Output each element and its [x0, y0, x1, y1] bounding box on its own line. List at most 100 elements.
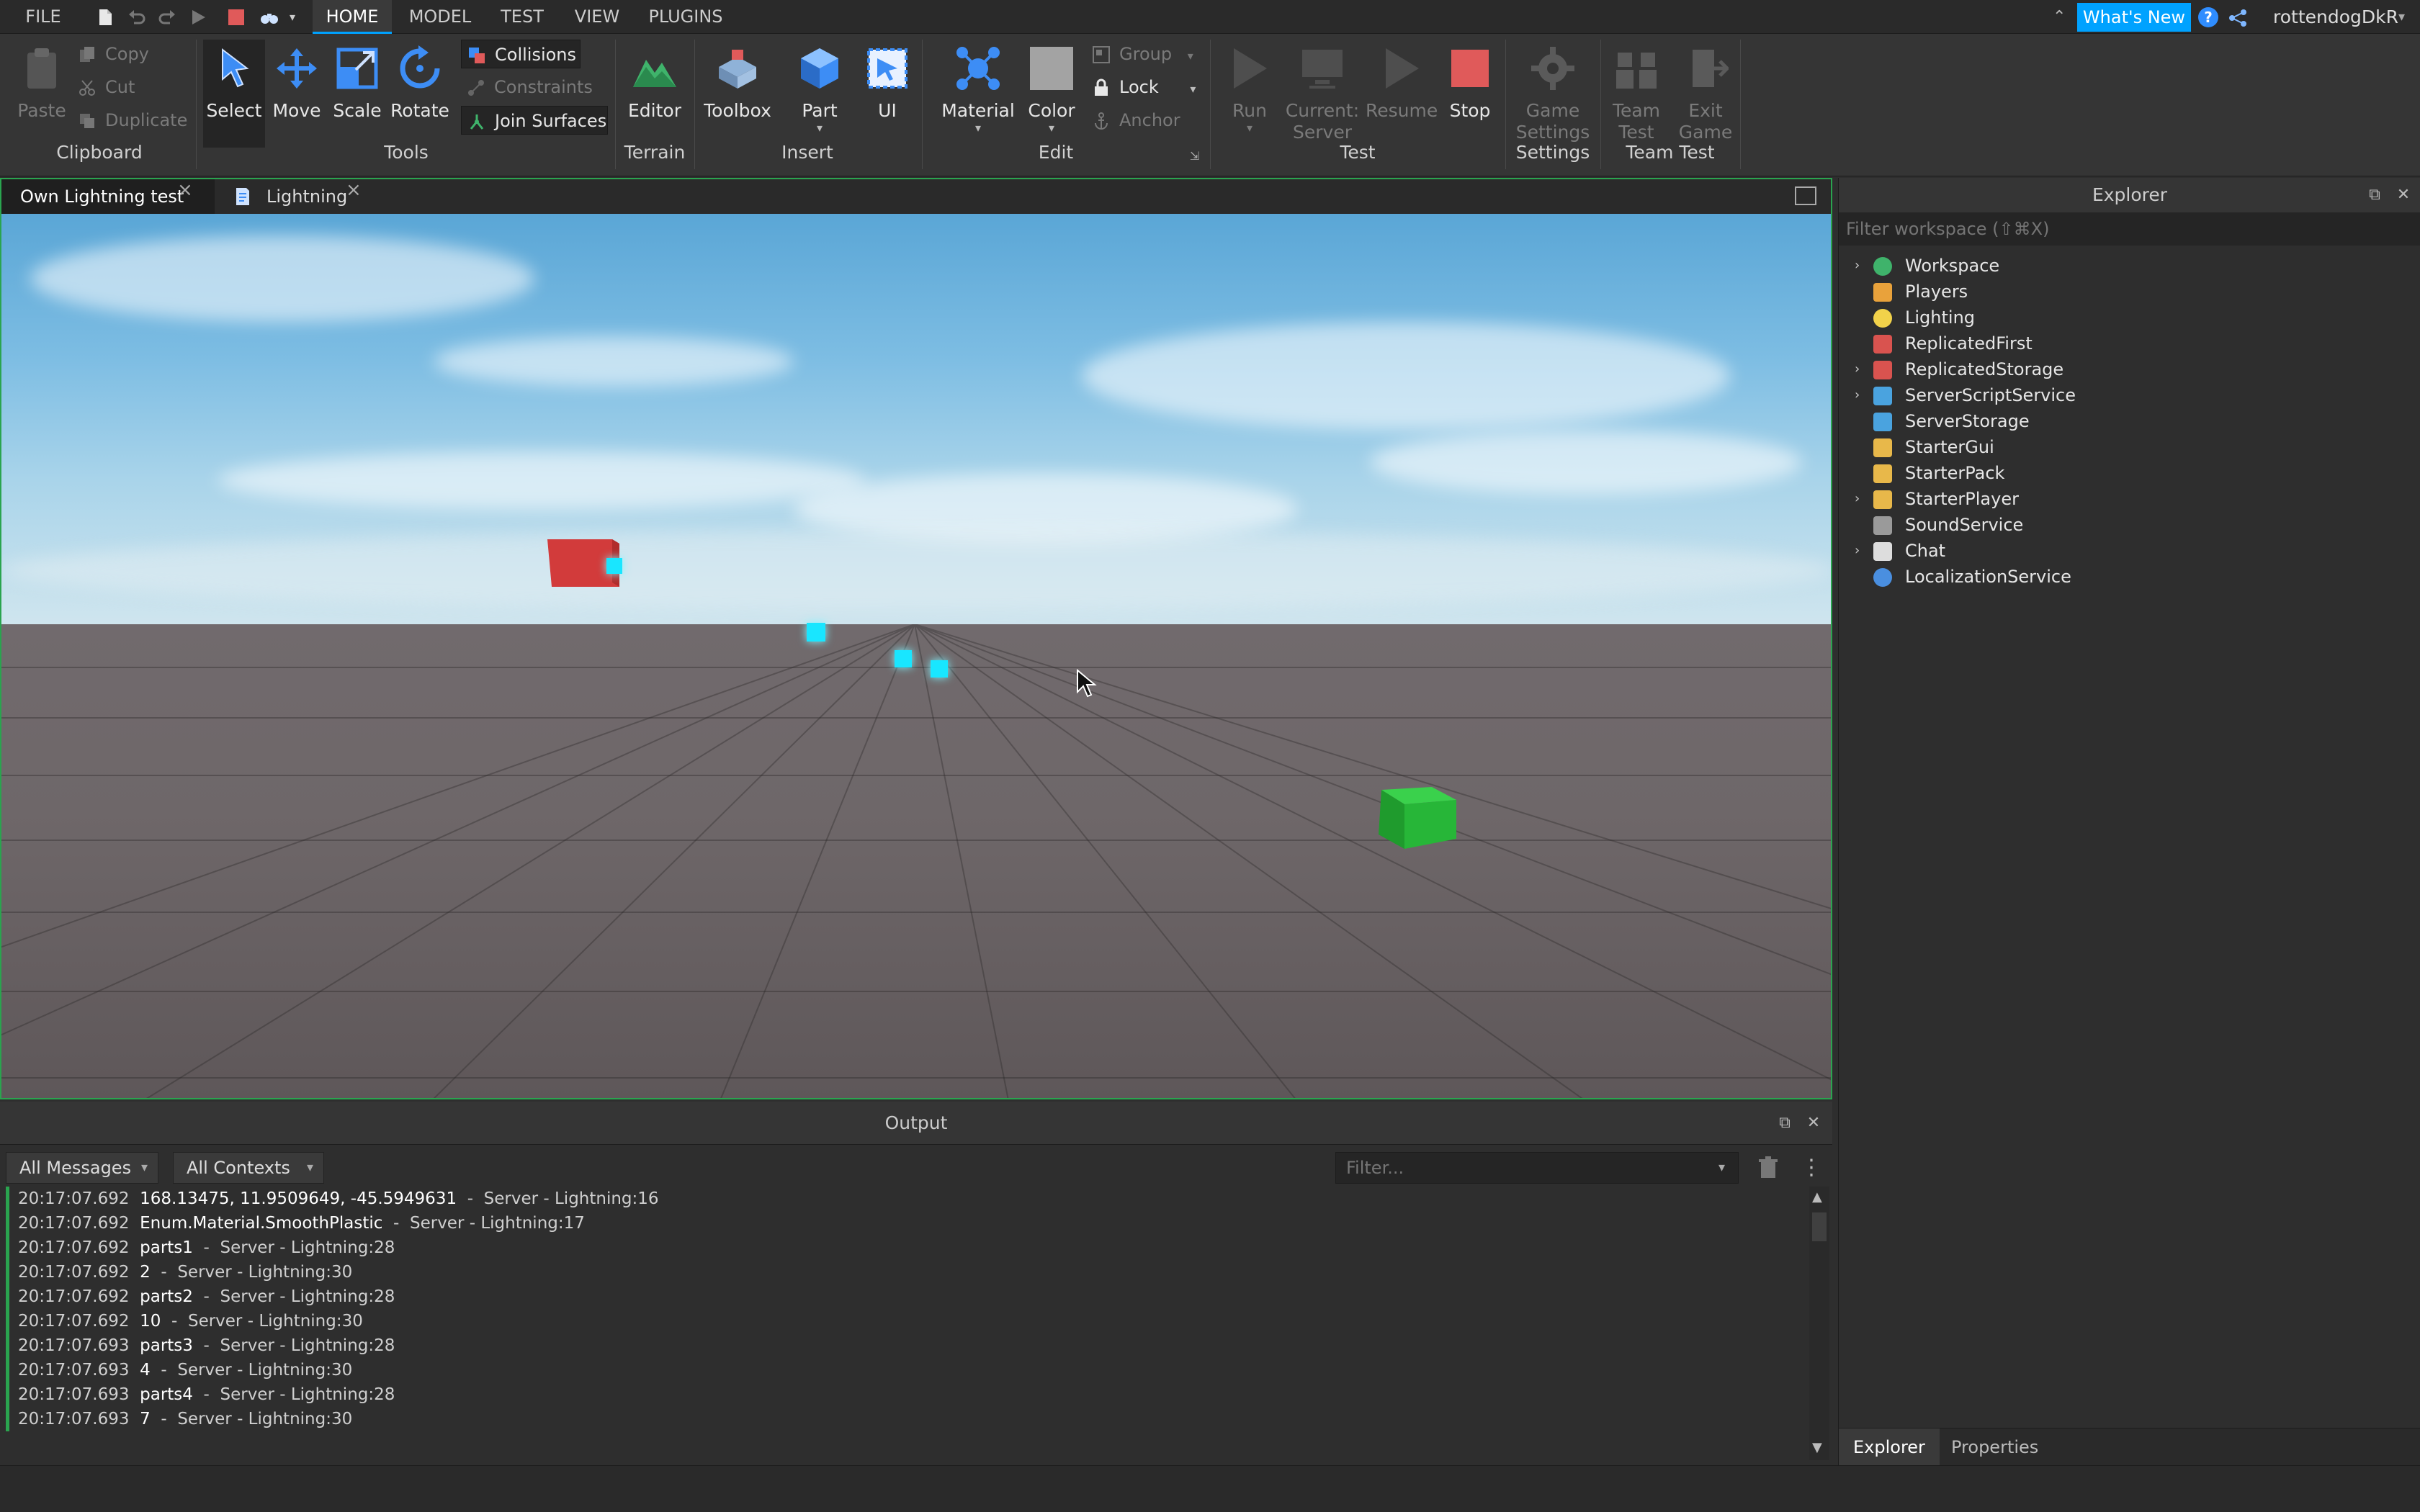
lock-button[interactable]: Lock ▾ — [1086, 73, 1201, 102]
paste-button[interactable]: Paste — [13, 40, 71, 148]
filter-chevron-icon[interactable]: ▾ — [1718, 1152, 1725, 1184]
current-server-button[interactable]: Current: Server — [1285, 40, 1360, 148]
terrain-editor-button[interactable]: Editor — [622, 40, 687, 148]
move-tool-button[interactable]: Move — [268, 40, 326, 148]
color-dropdown-chevron-icon[interactable]: ▾ — [1023, 122, 1080, 135]
neon-part[interactable] — [606, 558, 622, 574]
team-test-button[interactable]: Team Test — [1608, 40, 1665, 148]
explorer-item-label: Players — [1905, 282, 1968, 302]
expand-arrow-icon[interactable]: › — [1855, 486, 1860, 512]
copy-button[interactable]: Copy — [72, 40, 187, 68]
tab-test[interactable]: TEST — [490, 0, 555, 34]
tab-view[interactable]: VIEW — [563, 0, 631, 34]
explorer-item-replicatedstorage[interactable]: › ReplicatedStorage — [1839, 356, 2420, 382]
share-icon[interactable] — [2227, 7, 2249, 29]
scroll-up-icon[interactable]: ▲ — [1812, 1189, 1822, 1205]
collapse-ribbon-icon[interactable]: ⌃ — [2053, 0, 2066, 34]
exit-game-button[interactable]: Exit Game — [1675, 40, 1736, 148]
output-filter-input[interactable] — [1335, 1152, 1739, 1184]
neon-part[interactable] — [931, 660, 948, 678]
message-filter-dropdown[interactable]: All Messages ▾ — [6, 1152, 158, 1184]
run-chevron-icon[interactable]: ▾ — [1217, 122, 1282, 135]
join-surfaces-toggle[interactable]: Join Surfaces — [461, 106, 608, 135]
output-log[interactable]: 20:17:07.692 168.13475, 11.9509649, -45.… — [6, 1187, 1806, 1431]
neon-part[interactable] — [895, 650, 912, 667]
material-button[interactable]: Material ▾ — [936, 40, 1020, 148]
log-source: Server - Lightning:28 — [220, 1336, 395, 1355]
explorer-item-workspace[interactable]: › Workspace — [1839, 253, 2420, 279]
ui-button[interactable]: UI — [859, 40, 916, 148]
user-menu-chevron-icon[interactable]: ▾ — [2398, 0, 2405, 34]
scroll-down-icon[interactable]: ▼ — [1812, 1440, 1822, 1455]
tab-plugins[interactable]: PLUGINS — [642, 0, 729, 34]
material-dropdown-chevron-icon[interactable]: ▾ — [936, 122, 1020, 135]
explorer-item-serverscriptservice[interactable]: › ServerScriptService — [1839, 382, 2420, 408]
group-button[interactable]: Group ▾ — [1086, 40, 1194, 68]
game-settings-button[interactable]: Game Settings — [1511, 40, 1595, 148]
more-options-icon[interactable]: ⋮ — [1801, 1155, 1822, 1181]
explorer-item-chat[interactable]: › Chat — [1839, 538, 2420, 564]
undo-icon[interactable] — [127, 7, 147, 27]
trash-icon[interactable] — [1757, 1156, 1779, 1179]
3d-viewport[interactable] — [0, 214, 1832, 1099]
collisions-toggle[interactable]: Collisions — [461, 40, 581, 68]
stop-button[interactable]: Stop — [1440, 40, 1500, 148]
float-panel-icon[interactable]: ⧉ — [1776, 1115, 1793, 1132]
close-tab-icon[interactable]: × — [177, 179, 193, 201]
edit-expand-icon[interactable]: ⇲ — [1190, 149, 1199, 163]
color-button[interactable]: Color ▾ — [1023, 40, 1080, 148]
new-file-icon[interactable] — [95, 7, 115, 27]
resume-button[interactable]: Resume — [1366, 40, 1438, 148]
tab-home[interactable]: HOME — [313, 0, 392, 34]
expand-arrow-icon[interactable]: › — [1855, 253, 1860, 279]
explorer-item-replicatedfirst[interactable]: ReplicatedFirst — [1839, 330, 2420, 356]
explorer-item-lighting[interactable]: Lighting — [1839, 305, 2420, 330]
close-panel-icon[interactable]: ✕ — [1805, 1115, 1822, 1132]
explorer-item-starterplayer[interactable]: › StarterPlayer — [1839, 486, 2420, 512]
expand-arrow-icon[interactable]: › — [1855, 382, 1860, 408]
float-panel-icon[interactable]: ⧉ — [2366, 186, 2383, 204]
explorer-filter-input[interactable] — [1839, 212, 2420, 246]
group-chevron-icon[interactable]: ▾ — [1188, 49, 1193, 63]
explorer-item-startergui[interactable]: StarterGui — [1839, 434, 2420, 460]
green-part[interactable] — [1374, 787, 1461, 852]
rotate-tool-button[interactable]: Rotate — [389, 40, 451, 148]
part-dropdown-chevron-icon[interactable]: ▾ — [786, 122, 853, 135]
run-button[interactable]: Run ▾ — [1217, 40, 1282, 148]
username[interactable]: rottendogDkR — [2273, 0, 2398, 34]
explorer-item-serverstorage[interactable]: ServerStorage — [1839, 408, 2420, 434]
whats-new-button[interactable]: What's New — [2077, 3, 2191, 32]
constraints-toggle[interactable]: Constraints — [461, 73, 598, 102]
tab-model[interactable]: MODEL — [400, 0, 480, 34]
explorer-item-players[interactable]: Players — [1839, 279, 2420, 305]
close-panel-icon[interactable]: ✕ — [2395, 186, 2412, 204]
expand-arrow-icon[interactable]: › — [1855, 356, 1860, 382]
context-filter-dropdown[interactable]: All Contexts ▾ — [173, 1152, 324, 1184]
explorer-item-soundservice[interactable]: SoundService — [1839, 512, 2420, 538]
lock-chevron-icon[interactable]: ▾ — [1190, 82, 1196, 96]
tab-explorer[interactable]: Explorer — [1839, 1428, 1940, 1466]
output-scrollbar[interactable]: ▲ ▼ — [1809, 1187, 1829, 1460]
scale-tool-button[interactable]: Scale — [328, 40, 386, 148]
scrollbar-thumb[interactable] — [1812, 1212, 1827, 1241]
stop-square-icon[interactable] — [226, 7, 246, 27]
maximize-viewport-icon[interactable] — [1795, 186, 1816, 205]
quick-access-chevron-icon[interactable]: ▾ — [287, 0, 298, 34]
anchor-button[interactable]: Anchor — [1086, 106, 1194, 135]
close-tab-icon[interactable]: × — [346, 179, 362, 201]
tab-properties[interactable]: Properties — [1937, 1428, 2053, 1466]
duplicate-button[interactable]: Duplicate — [72, 106, 194, 135]
part-button[interactable]: Part ▾ — [786, 40, 853, 148]
select-tool-button[interactable]: Select — [203, 40, 265, 148]
binoculars-icon[interactable] — [259, 7, 279, 27]
toolbox-button[interactable]: Toolbox — [702, 40, 774, 148]
explorer-item-localizationservice[interactable]: LocalizationService — [1839, 564, 2420, 590]
help-icon[interactable]: ? — [2198, 7, 2218, 27]
file-menu[interactable]: FILE — [14, 0, 72, 34]
cut-button[interactable]: Cut — [72, 73, 187, 102]
expand-arrow-icon[interactable]: › — [1855, 538, 1860, 564]
redo-icon[interactable] — [157, 7, 177, 27]
explorer-item-starterpack[interactable]: StarterPack — [1839, 460, 2420, 486]
play-arrow-icon[interactable] — [189, 7, 209, 27]
neon-part[interactable] — [807, 623, 825, 642]
